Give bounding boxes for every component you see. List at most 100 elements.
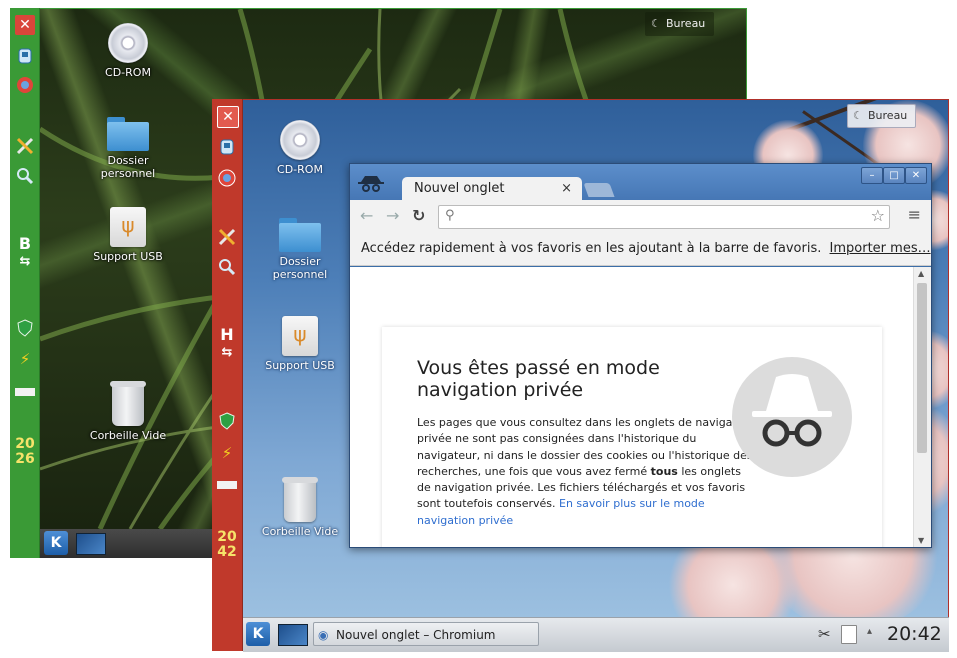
close-icon[interactable]: ✕ <box>217 106 239 128</box>
clock-hour: 20 <box>217 529 237 545</box>
bureau-label: Bureau <box>868 109 908 122</box>
power-icon[interactable]: ⚡ <box>217 443 237 463</box>
desktop-letter-badge: H <box>220 325 234 344</box>
trash-icon <box>110 381 146 426</box>
desktop-icon-usb[interactable]: ψ Support USB <box>257 316 343 372</box>
minimize-icon[interactable]: – <box>861 167 883 184</box>
tab-title: Nouvel onglet <box>414 181 505 196</box>
battery-icon[interactable] <box>217 475 237 495</box>
scrollbar-thumb[interactable] <box>917 283 927 453</box>
menu-icon[interactable]: ≡ <box>908 207 921 223</box>
taskbar-clock[interactable]: 20:42 <box>887 622 942 646</box>
scroll-up-icon[interactable]: ▲ <box>918 269 924 278</box>
front-taskbar: K ◉ Nouvel onglet – Chromium ✂ ▴ 20:42 <box>243 617 949 652</box>
task-label: Nouvel onglet – Chromium <box>336 628 496 642</box>
taskbar-item-chromium[interactable]: ◉ Nouvel onglet – Chromium <box>313 622 539 646</box>
home-folder-icon <box>279 218 321 252</box>
desktop-icon-cdrom[interactable]: CD-ROM <box>85 23 171 79</box>
bureau-icon: ☾ <box>651 17 661 30</box>
bureau-label: Bureau <box>666 17 706 30</box>
clock-minute: 26 <box>15 451 35 467</box>
clock-hour: 20 <box>15 436 35 452</box>
switch-desktop-icon[interactable]: ⇆ <box>214 345 240 360</box>
tools-icon[interactable] <box>217 227 237 247</box>
switch-desktop-icon[interactable]: ⇆ <box>12 254 38 269</box>
bookmarks-bar: Accédez rapidement à vos favoris en les … <box>350 232 931 266</box>
browser-titlebar[interactable]: Nouvel onglet × – □ ✕ <box>350 164 931 200</box>
forward-icon[interactable]: → <box>386 206 399 225</box>
chromium-icon: ◉ <box>318 628 329 642</box>
shield-icon[interactable] <box>217 411 237 431</box>
kde-menu-icon[interactable]: K <box>44 531 68 555</box>
desktop-icon-label: Corbeille Vide <box>89 429 167 442</box>
desktop-icon-usb[interactable]: ψ Support USB <box>85 207 171 263</box>
maximize-icon[interactable]: □ <box>883 167 905 184</box>
incognito-card: Vous êtes passé en mode navigation privé… <box>382 327 882 547</box>
screen-icon[interactable] <box>278 624 308 646</box>
star-icon[interactable]: ☆ <box>871 206 885 225</box>
clipboard-icon[interactable] <box>841 625 857 644</box>
bureau-icon: ☾ <box>853 109 863 122</box>
usb-icon: ψ <box>282 316 318 356</box>
address-bar[interactable]: ⚲ ☆ <box>438 205 890 229</box>
back-icon[interactable]: ← <box>360 206 373 225</box>
incognito-icon <box>752 374 832 447</box>
desktop-icon-label: Support USB <box>265 359 335 372</box>
tools-icon[interactable] <box>15 136 35 156</box>
screen-icon[interactable] <box>76 533 106 555</box>
page-scrollbar[interactable]: ▲ ▼ <box>913 267 931 547</box>
search-icon: ⚲ <box>445 208 455 223</box>
close-window-icon[interactable]: ✕ <box>905 167 927 184</box>
scissors-icon[interactable]: ✂ <box>818 625 831 643</box>
incognito-icon <box>358 176 384 192</box>
tray-expand-icon[interactable]: ▴ <box>867 626 872 637</box>
desktop-letter-badge: B <box>18 234 32 253</box>
desktop-icon-trash[interactable]: Corbeille Vide <box>257 477 343 538</box>
network-icon[interactable] <box>15 46 35 66</box>
desktop-icon-cdrom[interactable]: CD-ROM <box>257 120 343 176</box>
browser-icon[interactable] <box>15 75 35 95</box>
browser-icon[interactable] <box>217 168 237 188</box>
desktop-icon-label: Corbeille Vide <box>261 525 339 538</box>
chromium-window: Nouvel onglet × – □ ✕ ← → ↻ ⚲ ☆ ≡ Accéde… <box>349 163 932 548</box>
panel-clock: 20 26 <box>10 437 40 467</box>
power-icon[interactable]: ⚡ <box>15 349 35 369</box>
description-bold: tous <box>650 464 678 478</box>
desktop-icon-trash[interactable]: Corbeille Vide <box>85 381 171 442</box>
close-icon[interactable]: ✕ <box>15 15 35 35</box>
reload-icon[interactable]: ↻ <box>412 206 425 225</box>
front-side-panel: ✕ H ⇆ ⚡ 20 42 <box>212 99 243 651</box>
search-icon[interactable] <box>15 166 35 186</box>
scroll-down-icon[interactable]: ▼ <box>918 536 924 545</box>
show-desktop-button[interactable]: ☾ Bureau <box>645 12 715 36</box>
trash-icon <box>282 477 318 522</box>
tab-close-icon[interactable]: × <box>561 177 572 200</box>
tab-new-tab[interactable]: Nouvel onglet × <box>402 177 582 200</box>
desktop-icon-label: CD-ROM <box>277 163 323 176</box>
browser-toolbar: ← → ↻ ⚲ ☆ ≡ <box>350 200 931 232</box>
bookmarks-bar-hint: Accédez rapidement à vos favoris en les … <box>361 241 822 256</box>
search-icon[interactable] <box>217 257 237 277</box>
usb-icon: ψ <box>110 207 146 247</box>
battery-icon[interactable] <box>15 382 35 402</box>
incognito-illustration <box>732 357 852 477</box>
incognito-heading: Vous êtes passé en mode navigation privé… <box>417 357 660 401</box>
shield-icon[interactable] <box>15 318 35 338</box>
panel-clock: 20 42 <box>212 530 242 560</box>
kde-menu-icon[interactable]: K <box>246 622 270 646</box>
show-desktop-button[interactable]: ☾ Bureau <box>847 104 917 128</box>
incognito-page: Vous êtes passé en mode navigation privé… <box>350 267 914 547</box>
desktop-icon-home-folder[interactable]: Dossier personnel <box>257 218 343 281</box>
desktop-icon-label: Dossier personnel <box>272 255 328 281</box>
incognito-description: Les pages que vous consultez dans les on… <box>417 415 757 529</box>
desktop-icon-label: Support USB <box>93 250 163 263</box>
cdrom-icon <box>108 23 148 63</box>
clock-minute: 42 <box>217 544 237 560</box>
cdrom-icon <box>280 120 320 160</box>
desktop-icon-label: Dossier personnel <box>100 154 156 180</box>
import-bookmarks-link[interactable]: Importer mes… <box>830 241 931 256</box>
network-icon[interactable] <box>217 137 237 157</box>
desktop-icon-home-folder[interactable]: Dossier personnel <box>85 117 171 180</box>
desktop-icon-label: CD-ROM <box>105 66 151 79</box>
new-tab-button[interactable] <box>583 183 615 197</box>
